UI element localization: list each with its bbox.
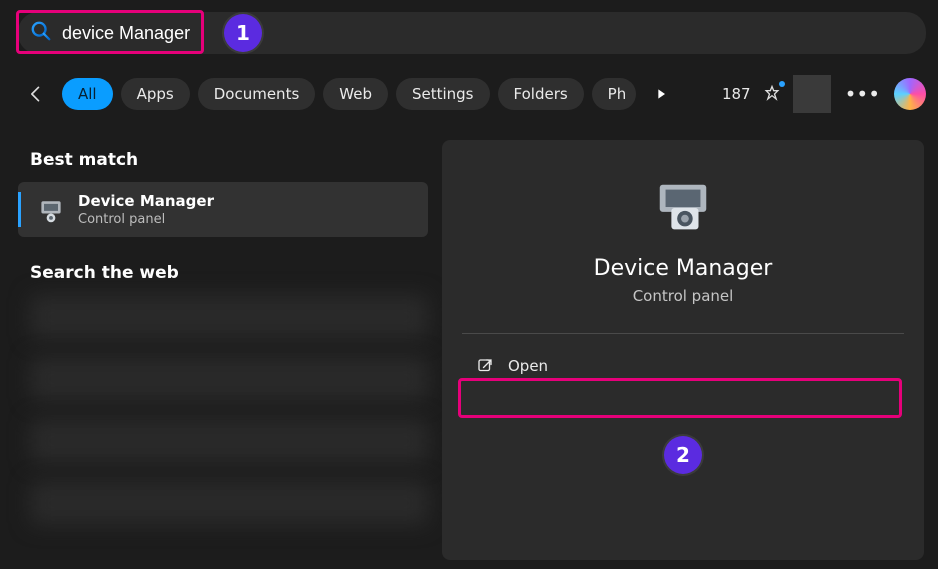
open-label: Open xyxy=(508,357,548,375)
open-external-icon xyxy=(476,357,494,375)
annotation-step-1: 1 xyxy=(224,14,262,52)
filter-documents[interactable]: Documents xyxy=(198,78,316,110)
open-action[interactable]: Open xyxy=(462,348,904,384)
best-match-title: Device Manager xyxy=(78,192,214,210)
more-button[interactable]: ••• xyxy=(841,82,884,106)
rewards-icon[interactable] xyxy=(761,83,783,105)
search-web-heading: Search the web xyxy=(30,263,428,283)
web-results-blurred xyxy=(18,295,428,525)
image-thumbnail[interactable] xyxy=(793,75,831,113)
list-item xyxy=(30,295,428,339)
device-manager-icon xyxy=(36,195,66,225)
filter-web[interactable]: Web xyxy=(323,78,388,110)
device-manager-large-icon xyxy=(652,180,714,236)
filter-photos[interactable]: Ph xyxy=(592,78,637,110)
best-match-item[interactable]: Device Manager Control panel xyxy=(18,182,428,237)
list-item xyxy=(30,481,428,525)
filter-toolbar: All Apps Documents Web Settings Folders … xyxy=(18,74,926,114)
best-match-heading: Best match xyxy=(30,150,428,170)
best-match-subtitle: Control panel xyxy=(78,212,214,227)
details-title: Device Manager xyxy=(594,256,773,281)
selection-accent xyxy=(18,192,21,227)
search-icon xyxy=(30,20,52,46)
list-item xyxy=(30,419,428,463)
back-button[interactable] xyxy=(18,76,54,112)
details-subtitle: Control panel xyxy=(633,287,734,305)
filter-folders[interactable]: Folders xyxy=(498,78,584,110)
copilot-icon[interactable] xyxy=(894,78,926,110)
filter-settings[interactable]: Settings xyxy=(396,78,490,110)
search-input[interactable] xyxy=(62,23,462,44)
filter-all[interactable]: All xyxy=(62,78,113,110)
best-match-text: Device Manager Control panel xyxy=(78,192,214,227)
search-bar[interactable] xyxy=(18,12,926,54)
list-item xyxy=(30,357,428,401)
results-panel: Best match Device Manager Control panel … xyxy=(18,140,428,543)
toolbar-right: 187 ••• xyxy=(722,75,926,113)
annotation-step-2: 2 xyxy=(664,436,702,474)
divider xyxy=(462,333,904,334)
scroll-right-icon[interactable] xyxy=(646,79,676,109)
result-count: 187 xyxy=(722,85,751,103)
details-panel: Device Manager Control panel Open xyxy=(442,140,924,560)
filter-apps[interactable]: Apps xyxy=(121,78,190,110)
